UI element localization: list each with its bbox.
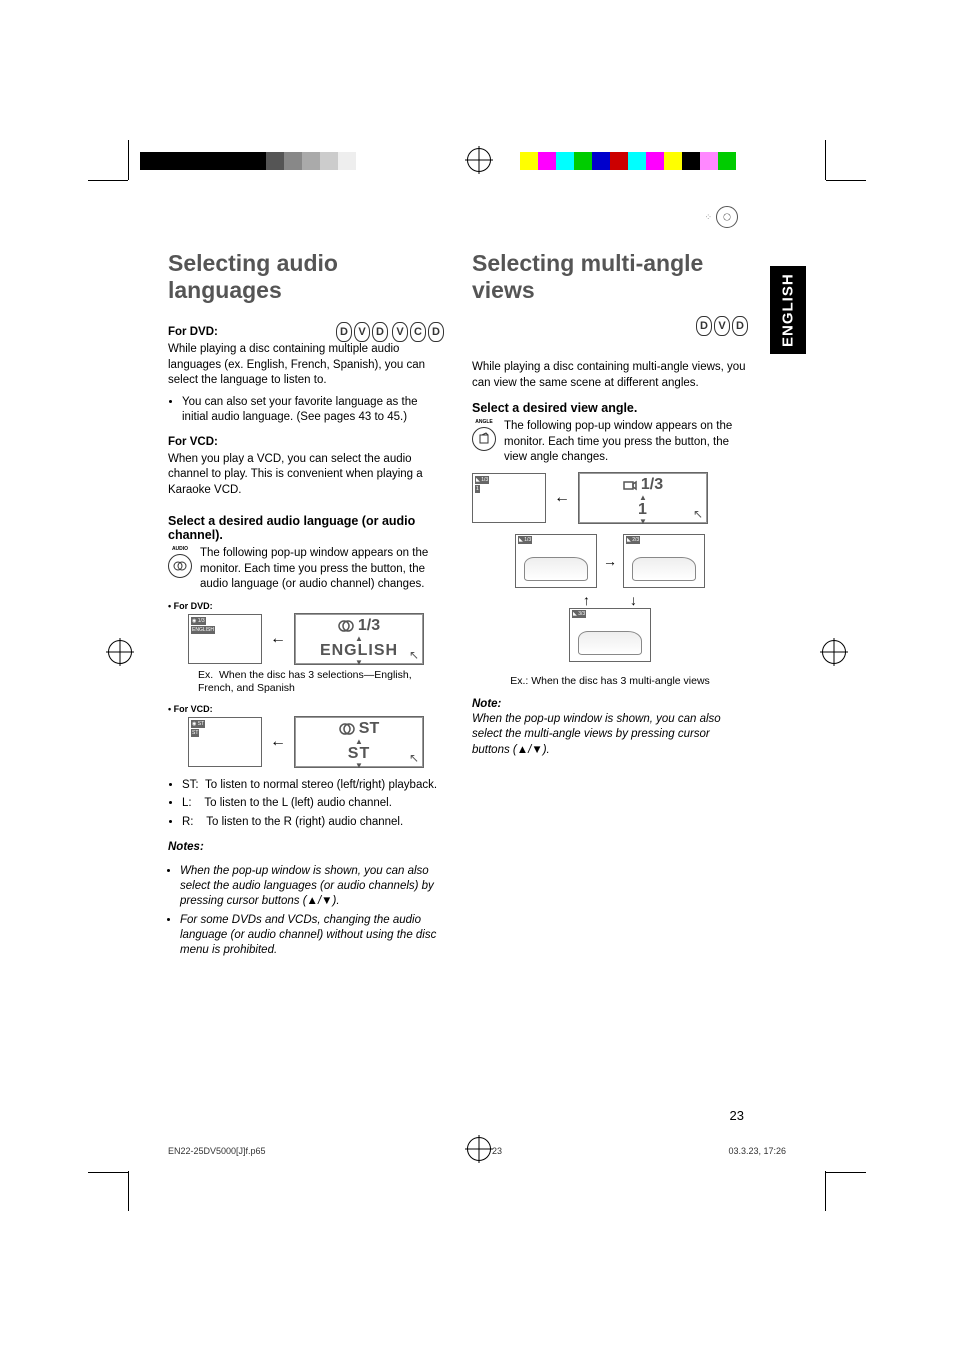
- cursor-icon: ↖: [409, 648, 419, 662]
- footer: EN22-25DV5000[J]f.p65 23 03.3.23, 17:26: [168, 1146, 786, 1156]
- for-dvd-body: While playing a disc containing multiple…: [168, 342, 444, 389]
- dvd-popup-value: ENGLISH: [320, 643, 398, 659]
- note-item: For some DVDs and VCDs, changing the aud…: [180, 913, 444, 958]
- audio-button-circle: [168, 554, 192, 578]
- audio-popup-body: The following pop-up window appears on t…: [200, 546, 444, 593]
- def-st: ST: To listen to normal stereo (left/rig…: [182, 778, 444, 794]
- for-vcd-tiny: • For VCD:: [168, 704, 444, 714]
- left-column: Selecting audio languages For DVD: DVD V…: [168, 250, 444, 969]
- cursor-icon: ↖: [409, 751, 419, 765]
- footer-timestamp: 03.3.23, 17:26: [728, 1146, 786, 1156]
- angle-button-icon: ANGLE: [472, 419, 496, 451]
- for-vcd-body: When you play a VCD, you can select the …: [168, 452, 444, 499]
- crop-mark: [128, 140, 129, 180]
- for-dvd-tiny: • For DVD:: [168, 601, 444, 611]
- right-column: Selecting multi-angle views DVD While pl…: [472, 250, 748, 969]
- car-angle-3: ◣ 3/3: [569, 608, 651, 662]
- audio-button-row: AUDIO The following pop-up window appear…: [168, 546, 444, 593]
- dvd-popup: 1/3 ▲ ENGLISH ▼ ↖: [294, 613, 424, 665]
- dvd-badge: DVD: [336, 322, 388, 342]
- audio-button-label: AUDIO: [172, 546, 188, 552]
- crop-mark: [88, 1172, 128, 1173]
- crop-mark: [825, 140, 826, 180]
- for-vcd-label: For VCD:: [168, 436, 444, 448]
- car-angle-2: ◣ 2/3: [623, 534, 705, 588]
- angle-popup-value: 1: [638, 502, 648, 518]
- for-dvd-label: For DVD:: [168, 326, 218, 338]
- audio-glyph-icon: [339, 723, 355, 735]
- cursor-icon: ↖: [693, 507, 703, 521]
- for-dvd-bullets: You can also set your favorite language …: [168, 395, 444, 426]
- dvd-caption: Ex. When the disc has 3 selections—Engli…: [198, 669, 444, 696]
- content-area: Selecting audio languages For DVD: DVD V…: [168, 250, 748, 969]
- crop-mark: [826, 180, 866, 181]
- notes-list: When the pop-up window is shown, you can…: [168, 864, 444, 958]
- angle-popup: 1/3 ▲ 1 ▼ ↖: [578, 472, 708, 524]
- dvd-popup-top: 1/3: [358, 617, 380, 635]
- down-triangle-icon: ▼: [355, 659, 363, 667]
- notes-heading: Notes:: [168, 841, 444, 853]
- multiangle-intro: While playing a disc containing multi-an…: [472, 360, 748, 391]
- page: ⁘ ENGLISH Selecting audio languages For …: [0, 0, 954, 1351]
- vcd-miniscreen: ◉ ST ST: [188, 717, 262, 767]
- vcd-popup-value: ST: [348, 746, 370, 762]
- down-triangle-icon: ▼: [355, 762, 363, 770]
- registration-colorbar-left: [140, 152, 356, 170]
- select-angle-head: Select a desired view angle.: [472, 401, 748, 415]
- car-angle-1: ◣ 1/3: [515, 534, 597, 588]
- vcd-popup-top: ST: [359, 720, 379, 738]
- disc-icon: [716, 206, 738, 228]
- angle-caption: Ex.: When the disc has 3 multi-angle vie…: [472, 674, 748, 688]
- dvd-badge: DVD: [696, 316, 748, 336]
- angle-popup-body: The following pop-up window appears on t…: [504, 419, 748, 466]
- disc-header-icon: ⁘: [704, 206, 738, 228]
- page-number: 23: [730, 1108, 744, 1123]
- angle-popup-top: 1/3: [641, 476, 663, 494]
- angle-button-circle: [472, 427, 496, 451]
- audio-glyph-icon: [338, 620, 354, 632]
- def-l: L: To listen to the L (left) audio chann…: [182, 796, 444, 812]
- camera-glyph-icon: [623, 478, 637, 492]
- heading-multi-angle: Selecting multi-angle views: [472, 250, 748, 304]
- down-triangle-icon: ▼: [639, 518, 647, 526]
- crop-mark: [825, 1171, 826, 1211]
- angle-note: When the pop-up window is shown, you can…: [472, 712, 748, 759]
- vcd-popup: ST ▲ ST ▼ ↖: [294, 716, 424, 768]
- crop-mark: [826, 1172, 866, 1173]
- heading-audio-languages: Selecting audio languages: [168, 250, 444, 304]
- dvd-miniscreen: ◉ 1/3 ENGLISH: [188, 614, 262, 664]
- language-tab: ENGLISH: [770, 266, 806, 354]
- registration-colorbar-right: [520, 152, 736, 170]
- angle-illustrations: ◣ 1/3 → ◣ 2/3 ↑↓ ◣ 3/3: [472, 534, 748, 662]
- crop-mark: [88, 180, 128, 181]
- angle-miniscreen: ◣ 1/3 1: [472, 473, 546, 523]
- note-heading: Note:: [472, 698, 748, 710]
- registration-mark-left: [108, 640, 132, 664]
- vcd-badge: VCD: [392, 322, 444, 342]
- channel-definitions: ST: To listen to normal stereo (left/rig…: [168, 778, 444, 831]
- footer-file: EN22-25DV5000[J]f.p65: [168, 1146, 266, 1156]
- footer-page: 23: [492, 1146, 502, 1156]
- select-audio-head: Select a desired audio language (or audi…: [168, 514, 444, 542]
- def-r: R: To listen to the R (right) audio chan…: [182, 815, 444, 831]
- angle-button-row: ANGLE The following pop-up window appear…: [472, 419, 748, 466]
- audio-button-icon: AUDIO: [168, 546, 192, 578]
- for-dvd-bullet: You can also set your favorite language …: [182, 395, 444, 426]
- registration-mark-top: [467, 148, 491, 172]
- note-item: When the pop-up window is shown, you can…: [180, 864, 444, 909]
- angle-button-label: ANGLE: [475, 419, 493, 425]
- crop-mark: [128, 1171, 129, 1211]
- registration-mark-right: [822, 640, 846, 664]
